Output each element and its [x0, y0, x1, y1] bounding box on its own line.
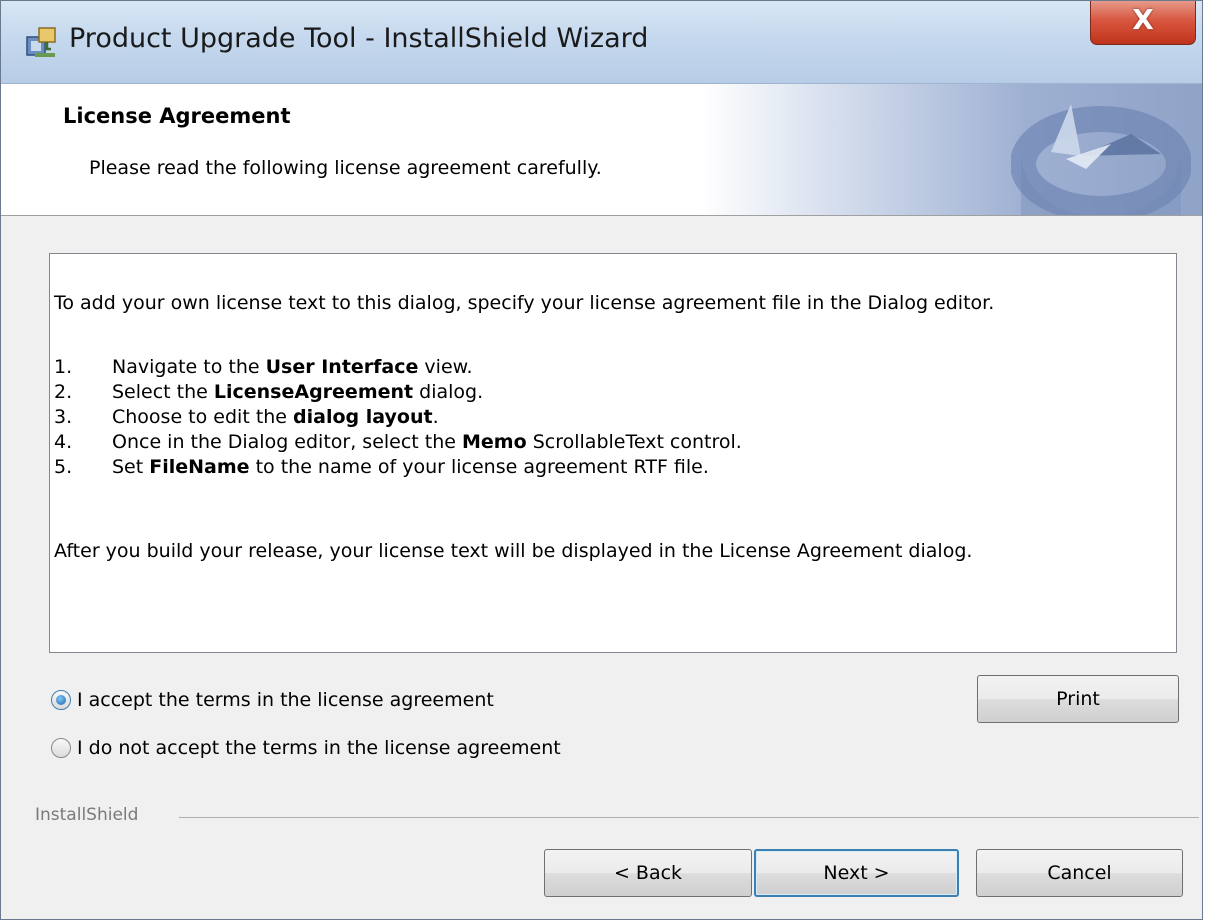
decline-radio-button[interactable]: [51, 738, 71, 758]
title-bar[interactable]: Product Upgrade Tool - InstallShield Wiz…: [1, 1, 1202, 84]
step-text: Once in the Dialog editor, select the Me…: [112, 431, 742, 453]
print-button[interactable]: Print: [977, 675, 1179, 723]
cancel-button[interactable]: Cancel: [976, 849, 1183, 897]
step-number: 3.: [54, 406, 73, 428]
license-intro: To add your own license text to this dia…: [54, 292, 995, 314]
next-button[interactable]: Next >: [754, 849, 959, 897]
decline-terms-label[interactable]: I do not accept the terms in the license…: [77, 737, 561, 759]
step-text: Set FileName to the name of your license…: [112, 456, 709, 478]
footer-divider: [179, 817, 1199, 818]
installer-app-icon: [26, 27, 56, 57]
step-number: 1.: [54, 356, 73, 378]
step-number: 5.: [54, 456, 73, 478]
step-number: 2.: [54, 381, 73, 403]
accept-terms-option[interactable]: I accept the terms in the license agreem…: [51, 685, 494, 715]
step-text: Choose to edit the dialog layout.: [112, 406, 439, 428]
license-text-area[interactable]: To add your own license text to this dia…: [49, 253, 1177, 653]
license-outro: After you build your release, your licen…: [54, 540, 973, 562]
close-button[interactable]: X: [1090, 1, 1196, 45]
installshield-logo-icon: [1011, 104, 1191, 215]
header-banner: License Agreement Please read the follow…: [1, 84, 1202, 216]
installer-window: Product Upgrade Tool - InstallShield Wiz…: [0, 0, 1203, 920]
back-button[interactable]: < Back: [544, 849, 752, 897]
accept-radio-button[interactable]: [51, 690, 71, 710]
step-text: Navigate to the User Interface view.: [112, 356, 473, 378]
page-title: License Agreement: [63, 104, 291, 128]
accept-terms-label[interactable]: I accept the terms in the license agreem…: [77, 689, 494, 711]
step-number: 4.: [54, 431, 73, 453]
step-text: Select the LicenseAgreement dialog.: [112, 381, 484, 403]
close-icon: X: [1132, 3, 1154, 36]
installshield-brand-label: InstallShield: [35, 805, 139, 825]
window-title: Product Upgrade Tool - InstallShield Wiz…: [69, 23, 649, 54]
decline-terms-option[interactable]: I do not accept the terms in the license…: [51, 733, 561, 763]
page-subtitle: Please read the following license agreem…: [89, 157, 602, 179]
